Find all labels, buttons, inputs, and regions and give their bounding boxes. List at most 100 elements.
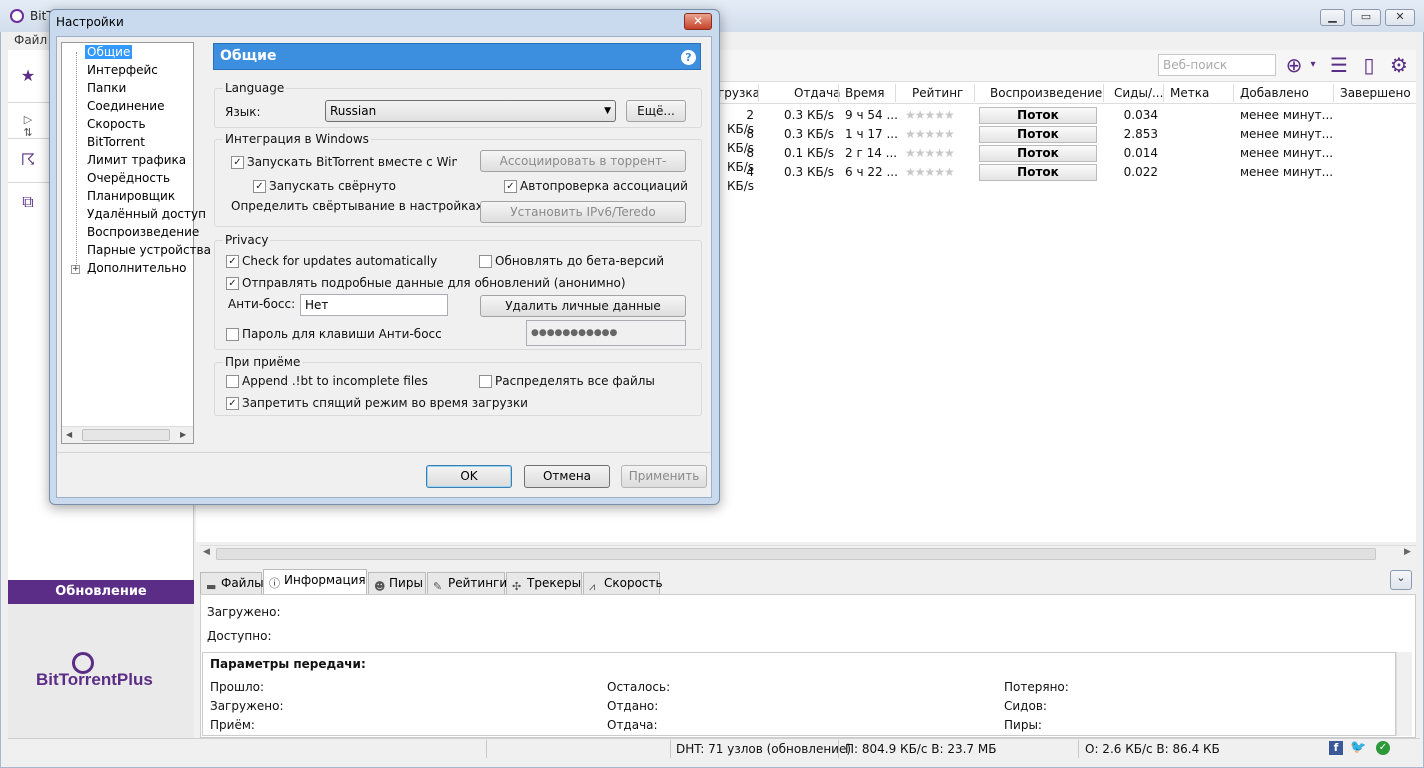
on-receive-group-title: При приёме xyxy=(223,355,303,369)
dialog-close-button[interactable]: ✕ xyxy=(684,13,712,30)
tree-item[interactable]: Скорость xyxy=(87,117,146,131)
info-remaining: Осталось: xyxy=(607,680,671,694)
stream-button[interactable]: Поток xyxy=(979,126,1097,143)
stream-button[interactable]: Поток xyxy=(979,164,1097,181)
time-cell: 2 г 14 ... xyxy=(845,146,898,160)
apply-button[interactable]: Применить xyxy=(621,465,707,488)
col-time[interactable]: Время xyxy=(845,86,885,100)
upload-speed-cell: 0.3 КБ/s xyxy=(784,108,834,122)
expand-plus-icon[interactable]: + xyxy=(71,265,80,274)
tree-item[interactable]: Парные устройства xyxy=(87,243,211,257)
rating-stars[interactable]: ★★★★★ xyxy=(905,165,955,179)
tab-trackers[interactable]: ✣ Трекеры xyxy=(506,572,582,594)
col-divider xyxy=(838,84,839,102)
tree-item[interactable]: BitTorrent xyxy=(87,135,145,149)
tab-files[interactable]: ▬ Файлы xyxy=(200,572,264,594)
autocheck-assoc-label: Автопроверка ассоциаций xyxy=(520,179,688,193)
seeds-ratio-cell: 0.014 xyxy=(1123,146,1158,160)
tree-item[interactable]: Очерёдность xyxy=(87,171,170,185)
start-minimized-checkbox[interactable]: ✓ xyxy=(253,180,266,193)
tree-item[interactable]: Лимит трафика xyxy=(87,153,186,167)
no-sleep-checkbox[interactable]: ✓ xyxy=(226,397,239,410)
col-label[interactable]: Метка xyxy=(1170,86,1209,100)
info-vertical-scrollbar[interactable] xyxy=(1396,652,1412,736)
rating-stars[interactable]: ★★★★★ xyxy=(905,146,955,160)
col-rating[interactable]: Рейтинг xyxy=(912,86,963,100)
prealloc-label: Распределять все файлы xyxy=(495,374,655,388)
device-icon[interactable]: ▯ xyxy=(1357,53,1381,77)
send-data-checkbox[interactable]: ✓ xyxy=(226,277,239,290)
torrents-expand-icon[interactable]: ▷ ⇅ xyxy=(18,113,38,139)
status-divider xyxy=(486,740,487,758)
ad-logo-text: BitTorrentPlus xyxy=(36,670,153,689)
tree-item[interactable]: Дополнительно xyxy=(87,261,187,275)
col-download[interactable]: грузка xyxy=(718,86,760,100)
rating-stars[interactable]: ★★★★★ xyxy=(905,108,955,122)
delete-private-data-button[interactable]: Удалить личные данные xyxy=(480,295,686,317)
associate-button[interactable]: Ассоциировать в торрент-файлами xyxy=(480,150,686,172)
check-updates-checkbox[interactable]: ✓ xyxy=(226,255,239,268)
tree-scroll-thumb[interactable] xyxy=(82,429,170,441)
boss-password-input[interactable]: ●●●●●●●●●●● xyxy=(526,320,686,346)
devices-icon[interactable]: ⧉ xyxy=(18,192,38,212)
more-languages-button[interactable]: Ещё... xyxy=(626,100,686,122)
append-bt-label: Append .!bt to incomplete files xyxy=(242,374,428,388)
cancel-button[interactable]: Отмена xyxy=(524,465,610,488)
boss-password-checkbox[interactable] xyxy=(226,328,239,341)
scroll-right-arrow-icon[interactable]: ▶ xyxy=(1404,547,1411,557)
web-search-input[interactable]: Веб-поиск xyxy=(1158,54,1276,76)
ipv6-teredo-button[interactable]: Установить IPv6/Teredo xyxy=(480,201,686,223)
col-completed[interactable]: Завершено xyxy=(1340,86,1411,100)
ok-button[interactable]: OK xyxy=(426,465,512,488)
stream-button[interactable]: Поток xyxy=(979,145,1097,162)
maximize-button[interactable]: ▭ xyxy=(1351,9,1381,26)
bittorrent-logo-icon xyxy=(10,9,24,23)
twitter-icon[interactable]: 🐦 xyxy=(1350,740,1366,755)
beta-updates-label: Обновлять до бета-версий xyxy=(495,254,665,268)
tree-scroll-right-icon[interactable]: ▶ xyxy=(180,430,186,439)
minimize-button[interactable]: ▁ xyxy=(1320,9,1345,26)
tree-item[interactable]: Воспроизведение xyxy=(87,225,199,239)
tree-item[interactable]: Планировщик xyxy=(87,189,175,203)
boss-key-input[interactable]: Нет xyxy=(300,294,448,316)
beta-updates-checkbox[interactable] xyxy=(479,255,492,268)
facebook-icon[interactable]: f xyxy=(1329,741,1343,755)
list-view-icon[interactable]: ☰ xyxy=(1327,53,1351,77)
tab-peers[interactable]: ☻ Пиры xyxy=(368,572,426,594)
tab-info[interactable]: ⓘ Информация xyxy=(263,569,367,595)
help-icon[interactable]: ? xyxy=(681,50,696,65)
tab-ratings[interactable]: ✎ Рейтинги xyxy=(427,572,507,594)
start-with-windows-checkbox[interactable]: ✓ xyxy=(231,156,244,169)
settings-gear-icon[interactable]: ⚙ xyxy=(1387,53,1411,77)
tree-item[interactable]: Соединение xyxy=(87,99,164,113)
feeds-rss-icon[interactable]: ☈ xyxy=(18,150,38,170)
search-dropdown-icon[interactable]: ▾ xyxy=(1306,53,1320,77)
update-button[interactable]: Обновление xyxy=(8,580,194,604)
favorites-star-icon[interactable]: ★ xyxy=(18,66,38,86)
col-seeds[interactable]: Сиды/... xyxy=(1114,86,1163,100)
autocheck-assoc-checkbox[interactable]: ✓ xyxy=(504,180,517,193)
prealloc-checkbox[interactable] xyxy=(479,375,492,388)
tree-item[interactable]: Общие xyxy=(85,45,133,59)
close-button[interactable]: ✕ xyxy=(1385,9,1415,26)
rating-stars[interactable]: ★★★★★ xyxy=(905,127,955,141)
tab-speed[interactable]: ⩘ Скорость xyxy=(583,572,663,594)
search-globe-icon[interactable]: ⊕ xyxy=(1282,53,1306,77)
tree-item[interactable]: Удалённый доступ xyxy=(87,207,206,221)
menu-file[interactable]: Файл xyxy=(14,33,47,47)
col-playback[interactable]: Воспроизведение xyxy=(990,86,1102,100)
language-select[interactable]: Russian ▼ xyxy=(325,100,616,122)
list-scroll-thumb[interactable] xyxy=(216,548,1376,560)
col-added[interactable]: Добавлено xyxy=(1240,86,1309,100)
privacy-group-title: Privacy xyxy=(223,233,271,247)
col-upload[interactable]: Отдача xyxy=(794,86,841,100)
scroll-left-arrow-icon[interactable]: ◀ xyxy=(203,547,210,557)
status-divider xyxy=(838,740,839,758)
tree-item[interactable]: Папки xyxy=(87,81,126,95)
seeds-ratio-cell: 0.034 xyxy=(1123,108,1158,122)
stream-button[interactable]: Поток xyxy=(979,107,1097,124)
tree-item[interactable]: Интерфейс xyxy=(87,63,158,77)
append-bt-checkbox[interactable] xyxy=(226,375,239,388)
tree-scroll-left-icon[interactable]: ◀ xyxy=(66,430,72,439)
collapse-panel-icon[interactable]: ⌄ xyxy=(1390,570,1412,590)
